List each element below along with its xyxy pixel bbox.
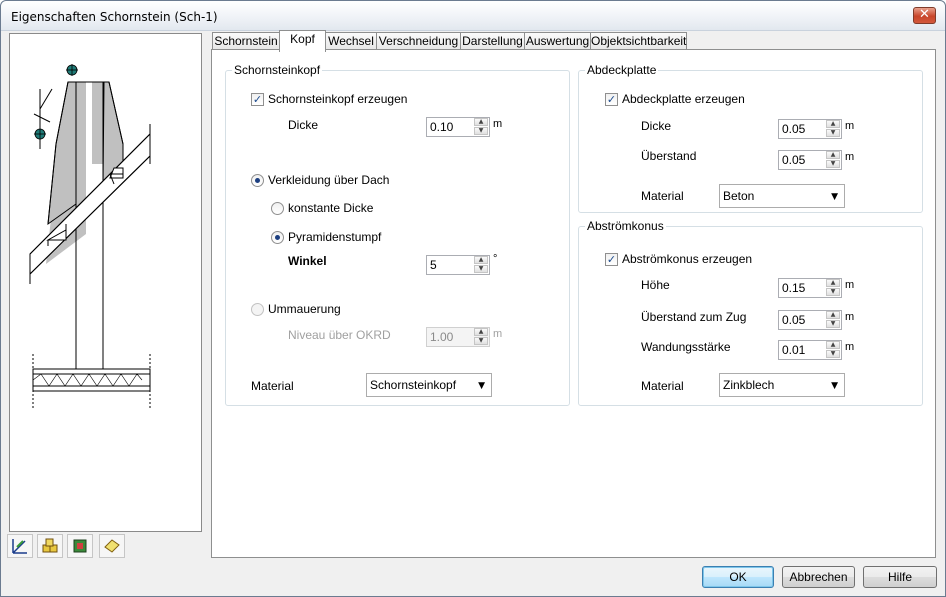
chimney-preview [9, 33, 202, 532]
niveau-unit: m [493, 328, 503, 340]
abdeckplatte-checkbox-label: Abdeckplatte erzeugen [622, 92, 745, 106]
winkel-input[interactable] [427, 256, 473, 274]
material-value: Schornsteinkopf [370, 378, 457, 392]
view-tool-icon[interactable] [7, 534, 33, 558]
ueberstand-label: Überstand [641, 149, 697, 163]
spin-down-button[interactable]: ▼ [826, 350, 840, 358]
dicke-unit: m [845, 120, 855, 132]
spin-up-button[interactable]: ▲ [474, 118, 488, 126]
dicke-spinner[interactable]: ▲▼ [778, 119, 842, 139]
ueberstand-unit: m [845, 151, 855, 163]
hoehe-unit: m [845, 279, 855, 291]
konstante-dicke-label: konstante Dicke [288, 201, 374, 215]
spin-up-button[interactable]: ▲ [826, 151, 840, 159]
schornsteinkopf-checkbox[interactable]: ✓ [251, 93, 264, 106]
material-value: Zinkblech [723, 378, 775, 392]
dicke-unit: m [493, 118, 503, 130]
cubes-icon[interactable] [37, 534, 63, 558]
kopf-tab-panel: Schornsteinkopf ✓ Schornsteinkopf erzeug… [211, 49, 936, 558]
group-title: Abströmkonus [585, 219, 666, 233]
material-select[interactable]: Zinkblech ▼ [719, 373, 845, 397]
wand-input[interactable] [779, 341, 825, 359]
winkel-label: Winkel [288, 254, 327, 268]
spin-down-button[interactable]: ▼ [826, 320, 840, 328]
zug-spinner[interactable]: ▲▼ [778, 310, 842, 330]
chevron-down-icon: ▼ [831, 192, 838, 202]
ueberstand-input[interactable] [779, 151, 825, 169]
abstroemkonus-group: Abströmkonus ✓ Abströmkonus erzeugen Höh… [578, 219, 923, 406]
verkleidung-radio[interactable] [251, 174, 264, 187]
niveau-input[interactable] [427, 328, 473, 346]
ummauerung-radio[interactable] [251, 303, 264, 316]
spin-down-button[interactable]: ▼ [826, 160, 840, 168]
material-label: Material [251, 379, 294, 393]
group-title: Abdeckplatte [585, 63, 659, 77]
zug-label: Überstand zum Zug [641, 310, 747, 324]
spin-down-button[interactable]: ▼ [474, 337, 488, 345]
material-value: Beton [723, 189, 755, 203]
wand-label: Wandungsstärke [641, 340, 731, 354]
ok-button[interactable]: OK [702, 566, 774, 588]
material-label: Material [641, 189, 684, 203]
group-title: Schornsteinkopf [232, 63, 323, 77]
spin-up-button[interactable]: ▲ [826, 120, 840, 128]
material-label: Material [641, 379, 684, 393]
zug-unit: m [845, 311, 855, 323]
dicke-label: Dicke [288, 118, 319, 132]
abstroemkonus-checkbox[interactable]: ✓ [605, 253, 618, 266]
niveau-spinner[interactable]: ▲▼ [426, 327, 490, 347]
hoehe-spinner[interactable]: ▲▼ [778, 278, 842, 298]
material-select[interactable]: Schornsteinkopf ▼ [366, 373, 492, 397]
konstante-dicke-radio[interactable] [271, 202, 284, 215]
dicke-input[interactable] [779, 120, 825, 138]
niveau-label: Niveau über OKRD [288, 328, 391, 342]
abdeckplatte-checkbox[interactable]: ✓ [605, 93, 618, 106]
dicke-spinner[interactable]: ▲▼ [426, 117, 490, 137]
zug-input[interactable] [779, 311, 825, 329]
winkel-spinner[interactable]: ▲▼ [426, 255, 490, 275]
spin-up-button[interactable]: ▲ [474, 256, 488, 264]
hoehe-input[interactable] [779, 279, 825, 297]
chevron-down-icon: ▼ [831, 381, 838, 391]
chevron-down-icon: ▼ [478, 381, 485, 391]
spin-up-button[interactable]: ▲ [826, 311, 840, 319]
spin-up-button[interactable]: ▲ [474, 328, 488, 336]
abstroemkonus-checkbox-label: Abströmkonus erzeugen [622, 252, 753, 266]
spin-down-button[interactable]: ▼ [826, 129, 840, 137]
dicke-label: Dicke [641, 119, 672, 133]
schornsteinkopf-checkbox-label: Schornsteinkopf erzeugen [268, 92, 408, 106]
material-select[interactable]: Beton ▼ [719, 184, 845, 208]
title-bar: Eigenschaften Schornstein (Sch-1) ✕ [1, 1, 945, 31]
spin-up-button[interactable]: ▲ [826, 279, 840, 287]
spin-up-button[interactable]: ▲ [826, 341, 840, 349]
wand-unit: m [845, 341, 855, 353]
pyramidenstumpf-label: Pyramidenstumpf [288, 230, 382, 244]
winkel-unit: ° [493, 253, 498, 265]
spin-down-button[interactable]: ▼ [474, 265, 488, 273]
dicke-input[interactable] [427, 118, 473, 136]
hoehe-label: Höhe [641, 278, 670, 292]
layer-icon[interactable] [67, 534, 93, 558]
pyramidenstumpf-radio[interactable] [271, 231, 284, 244]
spin-down-button[interactable]: ▼ [474, 127, 488, 135]
close-icon: ✕ [919, 7, 930, 22]
help-button[interactable]: Hilfe [863, 566, 937, 588]
ueberstand-spinner[interactable]: ▲▼ [778, 150, 842, 170]
verkleidung-label: Verkleidung über Dach [268, 173, 390, 187]
close-button[interactable]: ✕ [913, 7, 936, 24]
tab-kopf[interactable]: Kopf [279, 30, 326, 52]
ummauerung-label: Ummauerung [268, 302, 341, 316]
cancel-button[interactable]: Abbrechen [782, 566, 855, 588]
schornsteinkopf-group: Schornsteinkopf ✓ Schornsteinkopf erzeug… [225, 63, 570, 406]
spin-down-button[interactable]: ▼ [826, 288, 840, 296]
tag-icon[interactable] [99, 534, 125, 558]
abdeckplatte-group: Abdeckplatte ✓ Abdeckplatte erzeugen Dic… [578, 63, 923, 213]
window-title: Eigenschaften Schornstein (Sch-1) [11, 10, 218, 24]
chimney-diagram [29, 64, 151, 409]
properties-dialog: Eigenschaften Schornstein (Sch-1) ✕ Scho… [0, 0, 946, 597]
wand-spinner[interactable]: ▲▼ [778, 340, 842, 360]
